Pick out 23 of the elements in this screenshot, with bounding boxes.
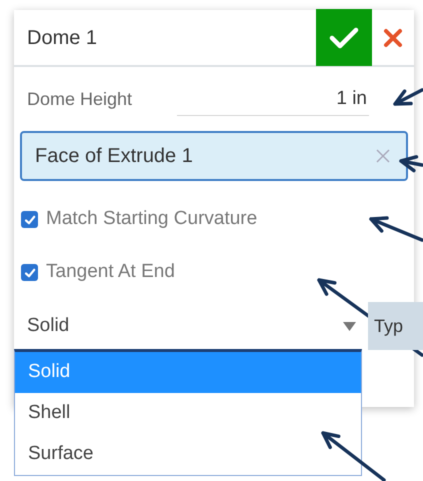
checkbox[interactable] [21, 264, 38, 281]
checkbox-label: Match Starting Curvature [46, 207, 258, 232]
tooltip-text: Typ [374, 314, 404, 338]
confirm-button[interactable] [316, 9, 372, 66]
check-icon [329, 26, 359, 50]
close-icon [383, 28, 403, 48]
selection-field[interactable]: Face of Extrude 1 [20, 131, 408, 181]
dropdown-value: Solid [27, 314, 70, 338]
field-label: Dome Height [27, 88, 134, 111]
check-icon [24, 214, 36, 226]
arrow [393, 88, 423, 106]
arrow [321, 431, 386, 481]
dialog-title: Dome 1 [27, 26, 98, 50]
clear-icon[interactable] [376, 149, 390, 163]
arrow [399, 155, 423, 172]
input-field[interactable]: 1 in [177, 82, 369, 116]
arrow [369, 216, 423, 242]
checkbox-label: Tangent At End [46, 260, 175, 284]
selection-text: Face of Extrude 1 [35, 144, 194, 169]
dropdown-option[interactable]: Surface [15, 434, 361, 475]
check-icon [24, 266, 36, 278]
dropdown-option[interactable]: Shell [15, 393, 361, 434]
checkbox[interactable] [21, 211, 38, 228]
